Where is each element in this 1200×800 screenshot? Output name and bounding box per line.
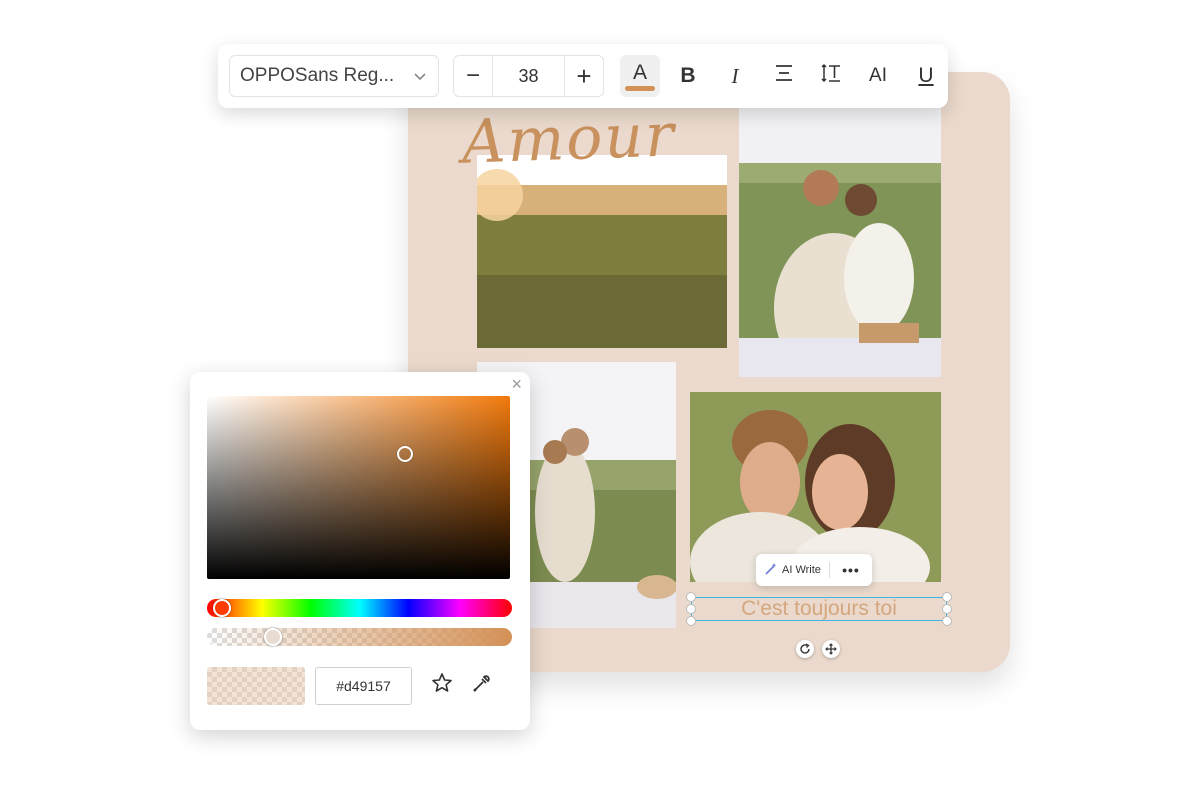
eyedropper-button[interactable] — [462, 665, 502, 707]
text-color-button[interactable]: A — [620, 55, 660, 97]
close-icon[interactable]: × — [511, 374, 522, 395]
text-color-icon: A — [632, 60, 647, 84]
hue-slider-knob[interactable] — [213, 599, 231, 617]
ai-write-popup: AI Write ••• — [756, 554, 872, 586]
line-height-button[interactable] — [811, 55, 851, 97]
minus-icon: − — [465, 62, 480, 89]
decrease-size-button[interactable]: − — [454, 56, 492, 96]
plus-icon: + — [576, 60, 592, 91]
resize-handle-right[interactable] — [942, 604, 952, 614]
magic-wand-icon — [764, 562, 778, 579]
resize-handle-top-left[interactable] — [686, 592, 696, 602]
bold-button[interactable]: B — [668, 55, 708, 97]
text-color-swatch — [625, 85, 655, 91]
font-family-dropdown[interactable]: OPPOSans Reg... — [229, 55, 439, 97]
letter-spacing-button[interactable]: AI — [858, 55, 898, 97]
chevron-down-icon — [412, 68, 428, 90]
opacity-slider[interactable] — [207, 628, 512, 646]
color-picker-panel: × #d49157 — [190, 372, 530, 730]
align-button[interactable] — [764, 55, 804, 97]
saturation-value-area[interactable] — [207, 396, 510, 579]
resize-handle-top-right[interactable] — [942, 592, 952, 602]
resize-handle-left[interactable] — [686, 604, 696, 614]
ai-write-label: AI Write — [782, 564, 821, 576]
hex-color-input[interactable]: #d49157 — [315, 667, 412, 705]
resize-handle-bottom-right[interactable] — [942, 616, 952, 626]
move-icon[interactable] — [822, 640, 840, 658]
font-family-value: OPPOSans Reg... — [240, 65, 395, 86]
font-size-stepper: − 38 + — [453, 55, 604, 97]
resize-handle-bottom-left[interactable] — [686, 616, 696, 626]
photo-couple-sitting[interactable] — [739, 108, 941, 377]
eyedropper-icon — [471, 672, 493, 700]
italic-button[interactable]: I — [715, 55, 755, 97]
rotate-icon[interactable] — [796, 640, 814, 658]
more-options-button[interactable]: ••• — [830, 562, 872, 578]
bold-icon: B — [680, 64, 696, 87]
letter-spacing-icon: AI — [869, 65, 887, 86]
caption-text-box[interactable]: C'est toujours toi — [691, 597, 947, 621]
font-size-input[interactable]: 38 — [492, 56, 565, 96]
line-height-icon — [820, 63, 842, 89]
underline-button[interactable]: U — [906, 55, 946, 97]
underline-icon: U — [918, 64, 934, 87]
color-preview-swatch — [207, 667, 305, 705]
favorite-color-button[interactable] — [422, 665, 462, 707]
photo-sunset-field[interactable] — [477, 155, 727, 348]
opacity-slider-knob[interactable] — [264, 628, 282, 646]
ai-write-button[interactable]: AI Write — [756, 554, 829, 586]
increase-size-button[interactable]: + — [565, 56, 603, 96]
italic-icon: I — [731, 63, 739, 88]
text-formatting-toolbar: OPPOSans Reg... − 38 + A B I AI U — [218, 44, 948, 108]
hue-slider[interactable] — [207, 599, 512, 617]
canvas-title-text[interactable]: Amour — [461, 100, 677, 177]
star-icon — [431, 672, 453, 700]
align-center-icon — [774, 64, 794, 88]
saturation-cursor[interactable] — [397, 446, 413, 462]
